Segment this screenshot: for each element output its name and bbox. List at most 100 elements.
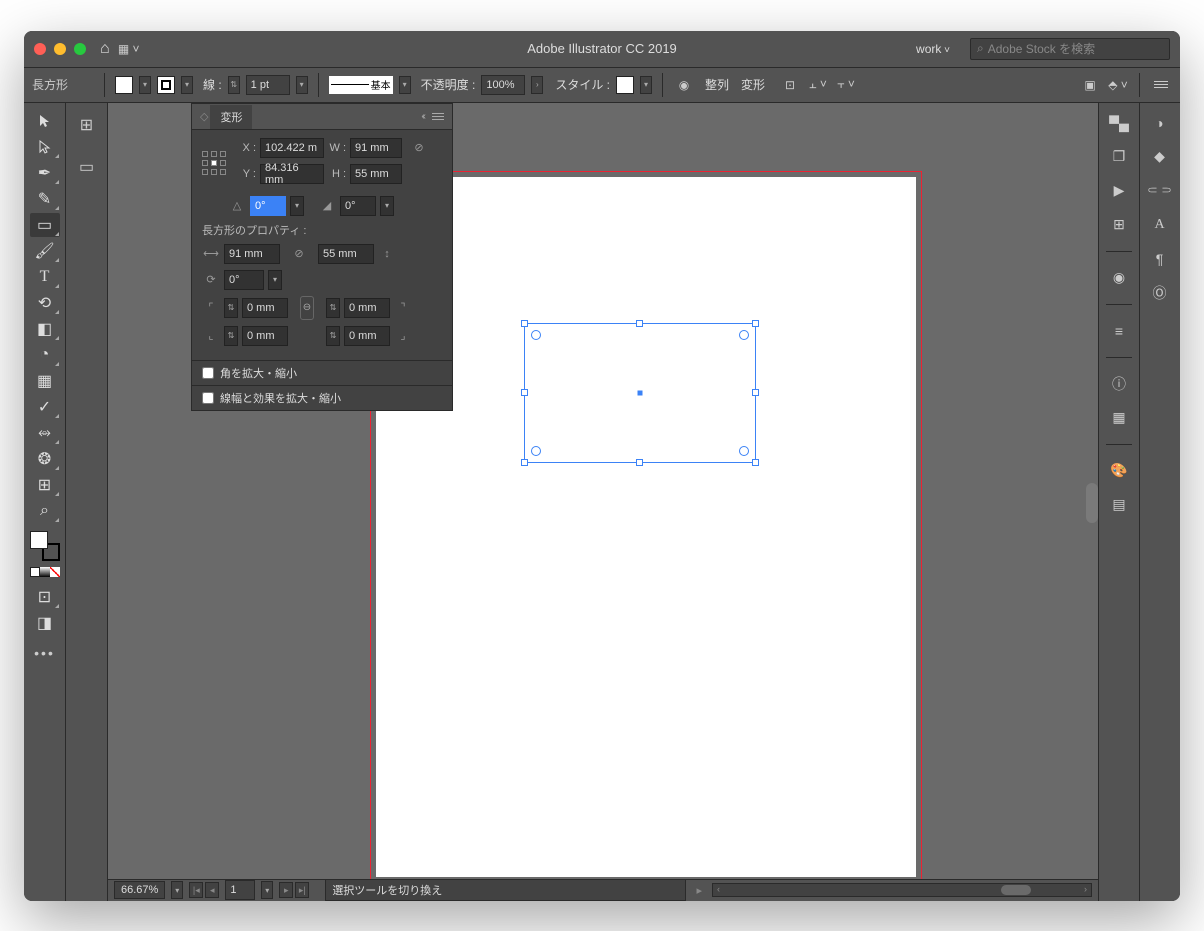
opacity-field[interactable]: 100%: [481, 75, 525, 95]
edit-toolbar-icon[interactable]: •••: [34, 645, 55, 661]
direct-selection-tool[interactable]: [30, 135, 60, 159]
home-icon[interactable]: ⌂: [100, 40, 110, 58]
paintbrush-tool[interactable]: 🖌: [30, 239, 60, 263]
transform-panel-link[interactable]: 変形: [741, 76, 765, 93]
pen-tool[interactable]: ✒: [30, 161, 60, 185]
shape-builder-tool[interactable]: ◔: [30, 343, 60, 367]
transform-panel-icon[interactable]: ▦: [1107, 406, 1131, 430]
shear-dropdown[interactable]: ▾: [380, 196, 394, 216]
scale-corners-row[interactable]: 角を拡大・縮小: [192, 360, 452, 385]
angle-dropdown[interactable]: ▾: [290, 196, 304, 216]
angle-field[interactable]: 0°: [250, 196, 286, 216]
scale-strokes-row[interactable]: 線幅と効果を拡大・縮小: [192, 385, 452, 410]
text-tool[interactable]: T: [30, 265, 60, 289]
stock-search[interactable]: ⌕ Adobe Stock を検索: [970, 38, 1170, 60]
stroke-weight-field[interactable]: 1 pt: [246, 75, 290, 95]
shear-field[interactable]: 0°: [340, 196, 376, 216]
workspace-switcher[interactable]: work: [916, 42, 950, 56]
properties-panel-icon[interactable]: ▀▄: [1107, 111, 1131, 135]
corner-tl-icon[interactable]: ⌜: [202, 299, 220, 317]
opacity-dropdown[interactable]: ›: [531, 76, 543, 94]
stroke-weight-dropdown[interactable]: ▾: [296, 76, 308, 94]
corner-widget-br[interactable]: [739, 446, 749, 456]
next-artboard-button[interactable]: ▸: [279, 882, 293, 898]
x-field[interactable]: 102.422 m: [260, 138, 324, 158]
corner-tr-field[interactable]: 0 mm: [344, 298, 390, 318]
align-panel-link[interactable]: 整列: [705, 76, 729, 93]
corner-bl-icon[interactable]: ⌞: [202, 327, 220, 345]
isolate-icon[interactable]: ⊡: [779, 74, 801, 96]
zoom-tool[interactable]: ⌕: [30, 499, 60, 523]
screen-mode-tool[interactable]: ⊡: [30, 585, 60, 609]
prev-artboard-button[interactable]: ◂: [205, 882, 219, 898]
corner-tr-icon[interactable]: ⌝: [394, 299, 412, 317]
canvas-viewport[interactable]: ◇ 変形 ‹‹: [108, 103, 1098, 879]
color-mode-row[interactable]: [30, 567, 60, 577]
graphic-style-swatch[interactable]: [616, 76, 634, 94]
arrange-documents-icon[interactable]: ▦ ˅: [118, 38, 140, 60]
type-tool[interactable]: ✎: [30, 187, 60, 211]
rect-angle-dropdown[interactable]: ▾: [268, 270, 282, 290]
fill-dropdown[interactable]: ▾: [139, 76, 151, 94]
artboard-number-field[interactable]: 1: [225, 880, 255, 900]
selected-rectangle[interactable]: [524, 323, 756, 463]
eyedropper-tool[interactable]: ✓: [30, 395, 60, 419]
corner-br-icon[interactable]: ⌟: [394, 327, 412, 345]
change-screen-tool[interactable]: ◨: [30, 611, 60, 635]
rect-width-field[interactable]: 91 mm: [224, 244, 280, 264]
stroke-profile[interactable]: 基本: [329, 76, 393, 94]
rotate-tool[interactable]: ⟲: [30, 291, 60, 315]
corner-widget-tl[interactable]: [531, 330, 541, 340]
stroke-swatch[interactable]: [157, 76, 175, 94]
brightness-icon[interactable]: ◑: [1148, 111, 1172, 135]
corner-tl-field[interactable]: 0 mm: [242, 298, 288, 318]
gradient-tool[interactable]: ▦: [30, 369, 60, 393]
h-field[interactable]: 55 mm: [350, 164, 402, 184]
character-panel-icon[interactable]: A: [1148, 213, 1172, 237]
stroke-panel-icon[interactable]: ≡: [1107, 319, 1131, 343]
fill-swatch[interactable]: [115, 76, 133, 94]
transform-tab[interactable]: 変形: [210, 105, 252, 129]
vertical-scrollbar[interactable]: [1086, 483, 1098, 523]
fill-stroke-selector[interactable]: [30, 531, 60, 561]
control-menu-icon[interactable]: [1150, 74, 1172, 96]
corner-br-field[interactable]: 0 mm: [344, 326, 390, 346]
info-panel-icon[interactable]: ⓘ: [1107, 372, 1131, 396]
eraser-tool[interactable]: ◧: [30, 317, 60, 341]
panel-menu-icon[interactable]: [432, 113, 444, 120]
graphic-style-dropdown[interactable]: ▾: [640, 76, 652, 94]
mask-icon[interactable]: ⬘ ˅: [1107, 74, 1129, 96]
links-panel-icon[interactable]: ⸦⸧: [1148, 179, 1172, 203]
stroke-weight-stepper[interactable]: ⇅: [228, 76, 240, 94]
w-field[interactable]: 91 mm: [350, 138, 402, 158]
stroke-profile-dropdown[interactable]: ▾: [399, 76, 411, 94]
artboards-panel-icon[interactable]: ⊞: [1107, 213, 1131, 237]
corner-widget-tr[interactable]: [739, 330, 749, 340]
crop-icon[interactable]: ▣: [1079, 74, 1101, 96]
selection-tool[interactable]: [30, 109, 60, 133]
constrain-wh-icon[interactable]: ⊘: [410, 139, 428, 157]
libraries-strip-icon[interactable]: ▭: [75, 155, 99, 179]
y-field[interactable]: 84.316 mm: [260, 164, 324, 184]
minimize-window-button[interactable]: [54, 43, 66, 55]
stroke-dropdown[interactable]: ▾: [181, 76, 193, 94]
maximize-window-button[interactable]: [74, 43, 86, 55]
scale-corners-checkbox[interactable]: [202, 367, 214, 379]
zoom-field[interactable]: 66.67%: [114, 881, 165, 899]
properties-strip-icon[interactable]: ⊞: [75, 113, 99, 137]
first-artboard-button[interactable]: |◂: [189, 882, 203, 898]
corner-widget-bl[interactable]: [531, 446, 541, 456]
rect-height-field[interactable]: 55 mm: [318, 244, 374, 264]
scale-strokes-checkbox[interactable]: [202, 392, 214, 404]
actions-panel-icon[interactable]: ▶: [1107, 179, 1131, 203]
zoom-dropdown[interactable]: ▾: [171, 881, 183, 899]
opentype-panel-icon[interactable]: Ⓞ: [1148, 281, 1172, 305]
corner-bl-field[interactable]: 0 mm: [242, 326, 288, 346]
layers-panel-icon[interactable]: ❐: [1107, 145, 1131, 169]
rectangle-tool[interactable]: ▭: [30, 213, 60, 237]
paragraph-panel-icon[interactable]: ¶: [1148, 247, 1172, 271]
distribute-icon[interactable]: ⫟ ˅: [835, 74, 857, 96]
horizontal-scrollbar[interactable]: ‹›: [712, 883, 1092, 897]
layers-icon[interactable]: ◆: [1148, 145, 1172, 169]
status-play-icon[interactable]: ▸: [696, 884, 702, 897]
